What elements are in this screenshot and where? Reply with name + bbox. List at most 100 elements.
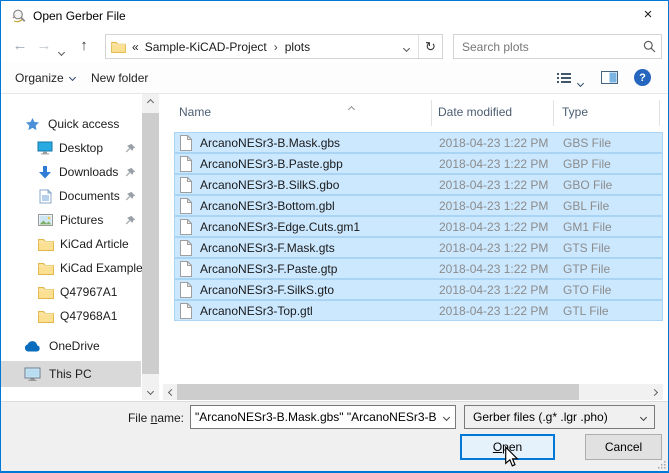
file-icon	[179, 282, 192, 298]
table-row[interactable]: ArcanoNESr3-Edge.Cuts.gm1 2018-04-23 1:2…	[174, 216, 663, 237]
file-icon	[179, 240, 192, 256]
file-date: 2018-04-23 1:22 PM	[439, 178, 548, 192]
sidebar-item-documents[interactable]: Documents	[1, 185, 141, 207]
sidebar-item-this-pc[interactable]: This PC	[1, 361, 141, 387]
sidebar-item-downloads[interactable]: Downloads	[1, 161, 141, 183]
onedrive-cloud-icon	[24, 341, 41, 352]
open-button[interactable]: Open	[460, 434, 555, 460]
desktop-icon	[37, 141, 53, 155]
title-bar[interactable]: Open Gerber File ×	[1, 1, 668, 31]
file-name: ArcanoNESr3-F.SilkS.gto	[200, 283, 334, 297]
search-box[interactable]	[453, 34, 662, 59]
address-dropdown-chevron-icon[interactable]	[404, 40, 409, 54]
pin-icon	[125, 143, 136, 154]
chevron-down-icon[interactable]	[437, 415, 455, 420]
sidebar-item-onedrive[interactable]: OneDrive	[1, 335, 141, 357]
details-view-icon[interactable]	[557, 72, 571, 84]
scroll-right-icon[interactable]	[646, 384, 663, 400]
file-name: ArcanoNESr3-B.Mask.gbs	[200, 136, 340, 150]
file-type-value: Gerber files (.g* .lgr .pho)	[465, 410, 632, 424]
sidebar-item-label: KiCad Example	[60, 261, 143, 275]
preview-pane-icon[interactable]	[601, 71, 618, 84]
file-icon	[179, 177, 192, 193]
search-icon[interactable]	[637, 40, 661, 53]
file-name: ArcanoNESr3-B.Paste.gbp	[200, 157, 343, 171]
horizontal-scrollbar-thumb[interactable]	[177, 384, 579, 400]
file-type-dropdown[interactable]: Gerber files (.g* .lgr .pho)	[464, 405, 655, 429]
file-type: GM1 File	[563, 220, 612, 234]
file-date: 2018-04-23 1:22 PM	[439, 157, 548, 171]
scroll-up-icon[interactable]	[142, 94, 159, 111]
breadcrumb-separator: ›	[274, 40, 278, 54]
file-date: 2018-04-23 1:22 PM	[439, 241, 548, 255]
sidebar-scrollbar-thumb[interactable]	[142, 113, 159, 374]
table-row[interactable]: ArcanoNESr3-B.SilkS.gbo 2018-04-23 1:22 …	[174, 174, 663, 195]
column-header-date-modified[interactable]: Date modified	[438, 105, 512, 119]
column-header-name[interactable]: Name	[179, 105, 211, 119]
sidebar-item-kicad-article[interactable]: KiCad Article	[1, 233, 141, 255]
table-row[interactable]: ArcanoNESr3-B.Paste.gbp 2018-04-23 1:22 …	[174, 153, 663, 174]
view-dropdown-chevron-icon[interactable]	[578, 75, 583, 89]
sidebar-item-label: OneDrive	[49, 339, 100, 353]
breadcrumb-segment-project[interactable]: Sample-KiCAD-Project	[145, 40, 267, 54]
folder-icon	[111, 41, 126, 53]
cancel-button[interactable]: Cancel	[585, 434, 662, 460]
new-folder-button[interactable]: New folder	[91, 62, 148, 93]
table-row[interactable]: ArcanoNESr3-F.SilkS.gto 2018-04-23 1:22 …	[174, 279, 663, 300]
sidebar-item-q47968a1[interactable]: Q47968A1	[1, 305, 141, 327]
sidebar-item-quick-access[interactable]: Quick access	[1, 113, 141, 135]
file-name: ArcanoNESr3-B.SilkS.gbo	[200, 178, 339, 192]
sidebar-item-label: Downloads	[59, 165, 118, 179]
file-icon	[179, 135, 192, 151]
sidebar-item-kicad-example[interactable]: KiCad Example	[1, 257, 141, 279]
address-bar[interactable]: « Sample-KiCAD-Project › plots ↻	[105, 34, 443, 59]
column-header-type[interactable]: Type	[562, 105, 588, 119]
sidebar-scrollbar[interactable]	[142, 94, 159, 400]
file-name: ArcanoNESr3-Bottom.gbl	[200, 199, 335, 213]
file-list-horizontal-scrollbar[interactable]	[163, 384, 663, 400]
file-date: 2018-04-23 1:22 PM	[439, 220, 548, 234]
column-divider[interactable]	[431, 100, 432, 126]
file-name-input[interactable]	[191, 410, 437, 424]
open-gerber-file-dialog: Open Gerber File × ← → ↑ « Sample-KiCAD-…	[0, 0, 669, 473]
file-name-label: File name:	[99, 411, 184, 425]
table-row[interactable]: ArcanoNESr3-Bottom.gbl 2018-04-23 1:22 P…	[174, 195, 663, 216]
file-type: GTO File	[563, 283, 611, 297]
file-icon	[179, 219, 192, 235]
file-date: 2018-04-23 1:22 PM	[439, 199, 548, 213]
organize-menu-button[interactable]: Organize	[15, 62, 75, 93]
column-divider[interactable]	[553, 100, 554, 126]
search-input[interactable]	[454, 40, 637, 54]
file-date: 2018-04-23 1:22 PM	[439, 262, 548, 276]
table-row[interactable]: ArcanoNESr3-Top.gtl 2018-04-23 1:22 PM G…	[174, 300, 663, 321]
forward-button[interactable]: →	[33, 34, 55, 58]
file-type: GTS File	[563, 241, 610, 255]
gerbview-app-icon	[11, 8, 27, 24]
table-row[interactable]: ArcanoNESr3-B.Mask.gbs 2018-04-23 1:22 P…	[174, 132, 663, 153]
file-name: ArcanoNESr3-Edge.Cuts.gm1	[200, 220, 360, 234]
sidebar-item-desktop[interactable]: Desktop	[1, 137, 141, 159]
table-row[interactable]: ArcanoNESr3-F.Paste.gtp 2018-04-23 1:22 …	[174, 258, 663, 279]
column-divider[interactable]	[659, 100, 660, 126]
sidebar-item-q47967a1[interactable]: Q47967A1	[1, 281, 141, 303]
close-button[interactable]: ×	[628, 1, 668, 31]
recent-locations-chevron-icon[interactable]	[59, 44, 64, 58]
up-button[interactable]: ↑	[73, 34, 95, 58]
back-button[interactable]: ←	[9, 34, 31, 58]
pin-icon	[125, 191, 136, 202]
breadcrumb-segment-plots[interactable]: plots	[285, 40, 310, 54]
chevron-down-icon	[70, 69, 75, 83]
window-title: Open Gerber File	[33, 1, 126, 31]
folder-icon	[38, 262, 54, 275]
file-name-combobox[interactable]	[190, 405, 456, 429]
file-date: 2018-04-23 1:22 PM	[439, 304, 548, 318]
table-row[interactable]: ArcanoNESr3-F.Mask.gts 2018-04-23 1:22 P…	[174, 237, 663, 258]
scroll-down-icon[interactable]	[142, 383, 159, 400]
breadcrumb-overflow[interactable]: «	[132, 40, 139, 54]
documents-icon	[39, 189, 52, 204]
downloads-icon	[38, 165, 52, 179]
resize-grip[interactable]	[657, 460, 666, 469]
refresh-icon[interactable]: ↻	[419, 39, 442, 55]
help-icon[interactable]: ?	[634, 69, 651, 86]
sidebar-item-pictures[interactable]: Pictures	[1, 209, 141, 231]
